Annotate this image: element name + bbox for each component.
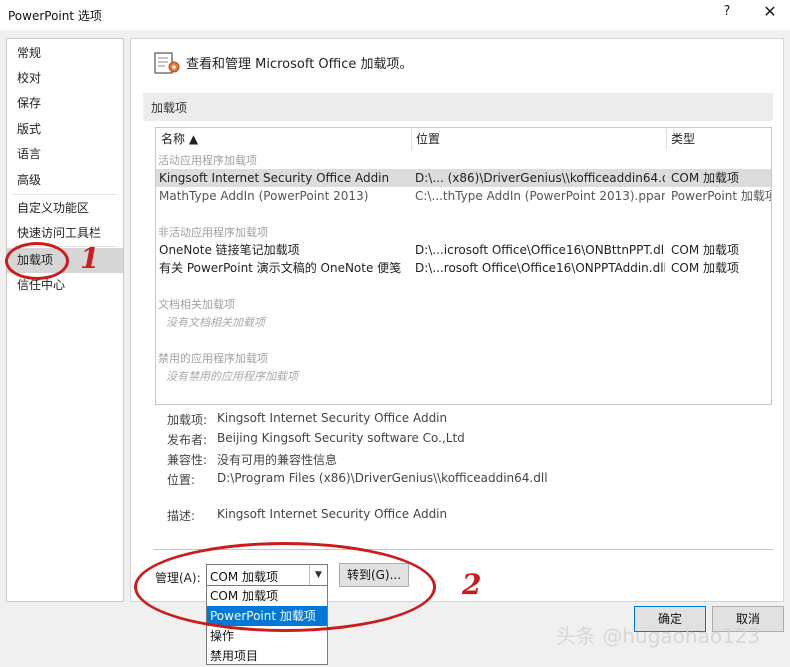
detail-value-location: D:\Program Files (x86)\DriverGenius\\kof… <box>217 471 548 485</box>
column-header-location[interactable]: 位置 <box>416 128 440 150</box>
addin-name: Kingsoft Internet Security Office Addin <box>159 171 390 185</box>
detail-value-publisher: Beijing Kingsoft Security software Co.,L… <box>217 431 465 445</box>
sidebar-item-language[interactable]: 语言 <box>7 142 123 167</box>
table-row[interactable]: MathType AddIn (PowerPoint 2013) C:\...t… <box>156 187 771 205</box>
sidebar-item-general[interactable]: 常规 <box>7 41 123 66</box>
group-title-disabled: 禁用的应用程序加载项 <box>158 352 268 365</box>
column-divider <box>411 128 412 150</box>
addin-name: OneNote 链接笔记加载项 <box>159 243 300 257</box>
dropdown-option-actions[interactable]: 操作 <box>207 626 327 646</box>
table-row[interactable]: Kingsoft Internet Security Office Addin … <box>156 169 771 187</box>
column-header-type[interactable]: 类型 <box>671 128 695 150</box>
sidebar-item-advanced[interactable]: 高级 <box>7 168 123 193</box>
manage-label: 管理(A): <box>155 571 201 585</box>
sidebar-item-proofing[interactable]: 校对 <box>7 66 123 91</box>
dropdown-option-disabled-items[interactable]: 禁用项目 <box>207 646 327 666</box>
annotation-number-two: 2 <box>462 568 482 601</box>
divider <box>153 549 773 550</box>
options-sidebar: 常规 校对 保存 版式 语言 高级 自定义功能区 快速访问工具栏 加载项 信任中… <box>6 38 124 602</box>
detail-label-location: 位置: <box>167 473 196 487</box>
manage-dropdown-list[interactable]: COM 加载项 PowerPoint 加载项 操作 禁用项目 <box>206 585 328 665</box>
help-icon[interactable]: ? <box>718 4 736 19</box>
detail-label-description: 描述: <box>167 509 196 523</box>
empty-message: 没有文档相关加载项 <box>166 316 265 329</box>
close-icon[interactable]: ✕ <box>760 2 780 21</box>
annotation-number-one: 1 <box>80 242 100 275</box>
table-row[interactable]: OneNote 链接笔记加载项 D:\...icrosoft Office\Of… <box>156 241 771 259</box>
addin-name: MathType AddIn (PowerPoint 2013) <box>159 189 369 203</box>
detail-label-publisher: 发布者: <box>167 433 208 447</box>
addin-type: PowerPoint 加载项 <box>671 189 771 203</box>
addin-location: D:\...rosoft Office\Office16\ONPPTAddin.… <box>415 261 665 275</box>
column-divider <box>666 128 667 150</box>
addin-location: C:\...thType AddIn (PowerPoint 2013).ppa… <box>415 189 665 203</box>
window-title: PowerPoint 选项 <box>8 9 102 23</box>
detail-value-description: Kingsoft Internet Security Office Addin <box>217 507 448 521</box>
column-header-name[interactable]: 名称 ▲ <box>161 128 198 150</box>
addin-type: COM 加载项 <box>671 171 739 185</box>
sidebar-item-quick-access-toolbar[interactable]: 快速访问工具栏 <box>7 221 123 246</box>
detail-value-addin: Kingsoft Internet Security Office Addin <box>217 411 448 425</box>
sidebar-separator <box>13 246 117 247</box>
chevron-down-icon[interactable]: ▼ <box>309 565 327 585</box>
empty-message: 没有禁用的应用程序加载项 <box>166 370 298 383</box>
group-title-inactive: 非活动应用程序加载项 <box>158 226 268 239</box>
sidebar-separator <box>13 194 117 195</box>
sidebar-item-layout[interactable]: 版式 <box>7 117 123 142</box>
dropdown-option-powerpoint[interactable]: PowerPoint 加载项 <box>207 606 327 626</box>
watermark: 头条 @hugaohao123 <box>556 624 761 648</box>
sidebar-item-customize-ribbon[interactable]: 自定义功能区 <box>7 196 123 221</box>
addin-type: COM 加载项 <box>671 261 739 275</box>
section-header: 加载项 <box>143 93 773 121</box>
sidebar-item-addins[interactable]: 加载项 <box>7 248 123 273</box>
goto-button[interactable]: 转到(G)... <box>339 563 409 587</box>
group-title-active: 活动应用程序加载项 <box>158 154 257 167</box>
group-title-document: 文档相关加载项 <box>158 298 235 311</box>
addin-type: COM 加载项 <box>671 243 739 257</box>
dropdown-option-com[interactable]: COM 加载项 <box>207 586 327 606</box>
detail-value-compatibility: 没有可用的兼容性信息 <box>217 453 338 467</box>
addins-list[interactable]: 名称 ▲ 位置 类型 活动应用程序加载项 Kingsoft Internet S… <box>155 127 772 405</box>
sidebar-item-trust-center[interactable]: 信任中心 <box>7 273 123 298</box>
detail-label-compatibility: 兼容性: <box>167 453 208 467</box>
detail-label-addin: 加载项: <box>167 413 208 427</box>
addin-name: 有关 PowerPoint 演示文稿的 OneNote 便笺 <box>159 261 402 275</box>
page-heading: 查看和管理 Microsoft Office 加载项。 <box>186 57 413 72</box>
sidebar-item-save[interactable]: 保存 <box>7 91 123 116</box>
table-row[interactable]: 有关 PowerPoint 演示文稿的 OneNote 便笺 D:\...ros… <box>156 259 771 277</box>
addin-location: D:\... (x86)\DriverGenius\\kofficeaddin6… <box>415 171 665 185</box>
title-bar: PowerPoint 选项 ? ✕ <box>0 0 790 30</box>
manage-select-value: COM 加载项 <box>210 570 278 584</box>
addin-details: 加载项: Kingsoft Internet Security Office A… <box>167 409 767 529</box>
addins-icon <box>154 52 180 74</box>
section-title: 加载项 <box>151 101 188 115</box>
addins-panel: 查看和管理 Microsoft Office 加载项。 加载项 名称 ▲ 位置 … <box>130 38 784 602</box>
manage-select[interactable]: COM 加载项 ▼ <box>206 564 328 586</box>
addin-location: D:\...icrosoft Office\Office16\ONBttnPPT… <box>415 243 665 257</box>
